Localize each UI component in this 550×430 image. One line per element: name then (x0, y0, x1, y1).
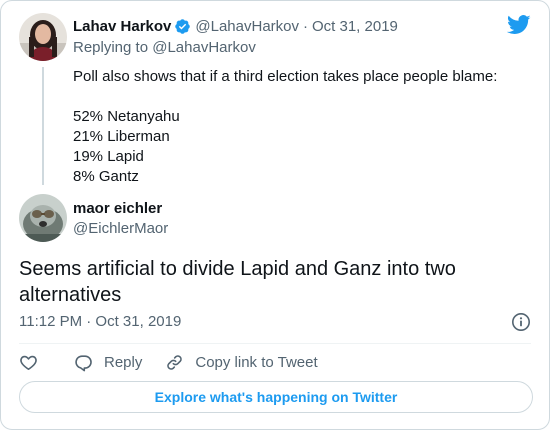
link-icon (167, 354, 183, 370)
info-icon[interactable] (511, 312, 531, 332)
copy-link-label: Copy link to Tweet (195, 353, 318, 371)
replying-prefix: Replying to (73, 39, 149, 56)
parent-text-intro: Poll also shows that if a third election… (73, 68, 498, 85)
twitter-bird-icon[interactable] (507, 15, 531, 35)
like-button[interactable] (19, 353, 38, 372)
main-author-name[interactable]: maor eichler (73, 200, 162, 217)
main-tweet-text: Seems artificial to divide Lapid and Gan… (19, 258, 456, 306)
parent-author-avatar[interactable] (19, 13, 67, 61)
poll-line: 21% Liberman (73, 128, 170, 145)
replying-mention-link[interactable]: @LahavHarkov (152, 39, 256, 56)
tweet-actions: Reply Copy link to Tweet (19, 351, 318, 373)
reply-icon (75, 354, 92, 371)
main-author-avatar[interactable] (19, 194, 67, 242)
tweet-timestamp[interactable]: 11:12 PM · Oct 31, 2019 (19, 313, 181, 330)
thread-connector-line (42, 67, 44, 185)
tweet-embed-card: Lahav Harkov @LahavHarkov · Oct 31, 2019… (0, 0, 550, 430)
main-author-handle[interactable]: @EichlerMaor (73, 220, 168, 237)
verified-badge-icon (174, 18, 191, 35)
parent-tweet-header: Lahav Harkov @LahavHarkov · Oct 31, 2019 (73, 16, 398, 36)
poll-line: 8% Gantz (73, 168, 139, 185)
poll-line: 52% Netanyahu (73, 108, 180, 125)
copy-link-button[interactable]: Copy link to Tweet (165, 353, 318, 372)
reply-button[interactable]: Reply (74, 353, 142, 372)
explore-twitter-button[interactable]: Explore what's happening on Twitter (19, 381, 533, 413)
parent-tweet-date[interactable]: Oct 31, 2019 (312, 18, 398, 35)
heart-icon (20, 355, 37, 370)
reply-label: Reply (104, 353, 143, 371)
replying-to: Replying to @LahavHarkov (73, 39, 256, 56)
poll-line: 19% Lapid (73, 148, 144, 165)
parent-author-handle[interactable]: @LahavHarkov (195, 18, 299, 35)
parent-author-name[interactable]: Lahav Harkov (73, 18, 171, 35)
actions-divider (19, 343, 531, 344)
header-separator: · (303, 17, 308, 35)
parent-tweet-text: Poll also shows that if a third election… (73, 67, 523, 187)
